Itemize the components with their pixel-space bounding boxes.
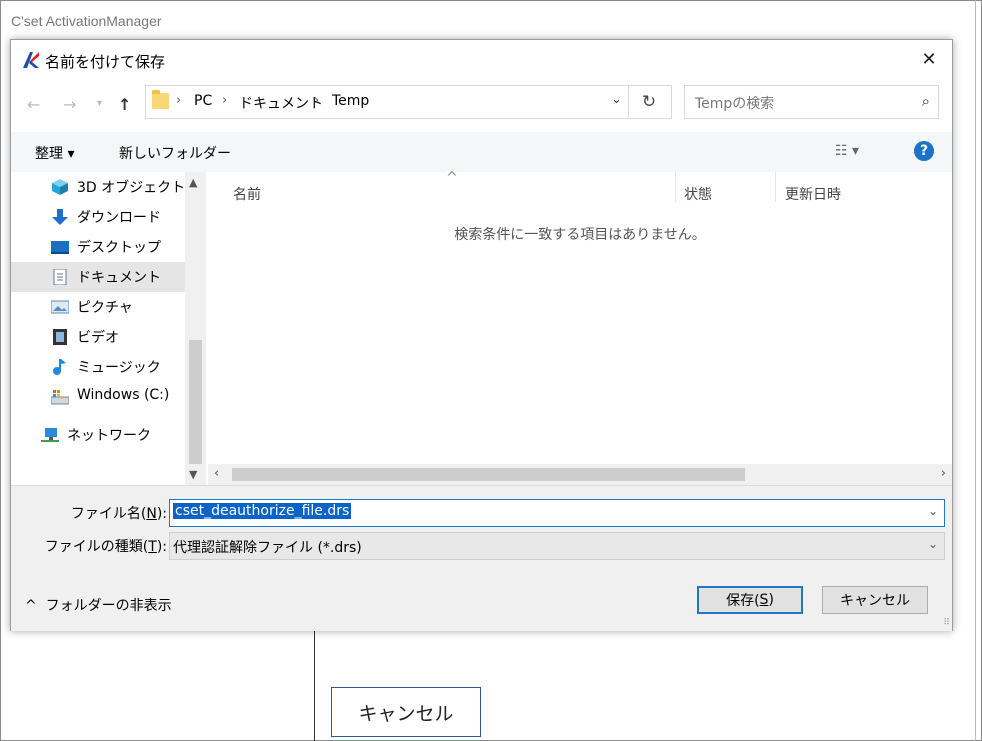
search-icon[interactable]: ⌕	[922, 92, 930, 110]
refresh-button[interactable]: ↻	[627, 85, 672, 119]
scroll-down-icon[interactable]: ▼	[189, 468, 197, 481]
column-divider[interactable]	[775, 172, 776, 202]
nav-item-documents[interactable]: ドキュメント	[11, 262, 185, 292]
search-input[interactable]: Tempの検索 ⌕	[684, 85, 939, 119]
column-divider[interactable]	[675, 172, 676, 202]
nav-item-label: ミュージック	[77, 360, 161, 376]
empty-message: 検索条件に一致する項目はありません。	[454, 227, 706, 243]
dialog-titlebar[interactable]: 名前を付けて保存 ✕	[11, 40, 952, 80]
scroll-left-icon[interactable]: ‹	[214, 466, 219, 481]
nav-item-label: ドキュメント	[77, 270, 161, 286]
nav-item-label: ダウンロード	[77, 210, 161, 226]
search-placeholder: Tempの検索	[695, 96, 775, 112]
nav-item-label: ネットワーク	[67, 428, 151, 444]
download-arrow-icon	[52, 209, 68, 225]
close-icon: ✕	[921, 48, 937, 70]
nav-item-desktop[interactable]: デスクトップ	[11, 232, 185, 262]
back-arrow-icon[interactable]: ←	[27, 95, 40, 114]
scroll-right-icon[interactable]: ›	[941, 466, 946, 481]
document-icon	[53, 269, 67, 285]
new-folder-button[interactable]: 新しいフォルダー	[119, 143, 231, 163]
scrollbar-thumb[interactable]	[232, 468, 745, 481]
nav-item-label: 3D オブジェクト	[77, 180, 186, 196]
chevron-right-icon: ›	[176, 93, 182, 108]
music-note-icon	[53, 359, 66, 375]
nav-item-videos[interactable]: ビデオ	[11, 322, 185, 352]
background-cancel-button[interactable]: キャンセル	[331, 687, 481, 737]
picture-icon	[51, 300, 69, 314]
filename-value: cset_deauthorize_file.drs	[173, 503, 352, 519]
nav-item-downloads[interactable]: ダウンロード	[11, 202, 185, 232]
breadcrumb-temp[interactable]: Temp	[332, 93, 369, 109]
nav-item-pictures[interactable]: ピクチャ	[11, 292, 185, 322]
nav-item-label: ピクチャ	[77, 300, 133, 316]
save-button[interactable]: 保存(S)	[697, 586, 803, 614]
nav-item-music[interactable]: ミュージック	[11, 352, 185, 382]
horizontal-scrollbar[interactable]: ‹ ›	[208, 464, 952, 485]
column-header-status[interactable]: 状態	[684, 184, 712, 204]
nav-scrollbar[interactable]: ▲ ▼	[185, 172, 206, 485]
divider	[314, 620, 315, 741]
recent-dropdown-icon[interactable]: ▾	[97, 98, 102, 109]
close-button[interactable]: ✕	[906, 40, 952, 78]
chevron-down-icon[interactable]: ⌄	[928, 504, 938, 518]
view-options-icon[interactable]: ☷ ▾	[835, 143, 859, 159]
nav-item-label: ビデオ	[77, 330, 119, 346]
nav-item-drive-c[interactable]: Windows (C:)	[11, 382, 185, 412]
organize-menu-button[interactable]: 整理 ▾	[35, 143, 74, 163]
breadcrumb-pc[interactable]: PC	[194, 93, 212, 109]
save-options-panel: ファイル名(N): cset_deauthorize_file.drs ⌄ ファ…	[11, 485, 952, 631]
nav-item-3d-objects[interactable]: 3D オブジェクト	[11, 172, 185, 202]
nav-item-label: Windows (C:)	[77, 387, 170, 403]
up-arrow-icon[interactable]: ↑	[118, 95, 131, 114]
folder-icon	[152, 90, 169, 109]
chevron-right-icon: ›	[314, 93, 320, 108]
dialog-title: 名前を付けて保存	[45, 53, 166, 71]
drive-icon	[51, 390, 69, 405]
filetype-value: 代理認証解除ファイル (*.drs)	[173, 540, 362, 556]
filename-label: ファイル名(N):	[70, 506, 167, 522]
forward-arrow-icon[interactable]: →	[63, 95, 76, 114]
file-list: ^ 名前 状態 更新日時 検索条件に一致する項目はありません。 ‹ ›	[208, 170, 952, 485]
chevron-up-icon: ^	[25, 598, 37, 614]
scroll-up-icon[interactable]: ▲	[189, 176, 197, 189]
filename-input[interactable]: cset_deauthorize_file.drs ⌄	[169, 499, 945, 527]
chevron-down-icon[interactable]: ⌄	[611, 92, 622, 107]
nav-item-network[interactable]: ネットワーク	[11, 420, 185, 450]
navigation-pane: 3D オブジェクト ダウンロード デスクトップ ドキュメント ピクチャ ビデオ …	[11, 172, 206, 485]
cancel-button[interactable]: キャンセル	[822, 586, 928, 614]
chevron-right-icon: ›	[222, 93, 228, 108]
column-header-name[interactable]: 名前	[233, 184, 261, 204]
save-as-dialog: 名前を付けて保存 ✕ ← → ▾ ↑ › PC › ドキュメント › Temp …	[10, 39, 953, 631]
filetype-select[interactable]: 代理認証解除ファイル (*.drs) ⌄	[169, 532, 945, 560]
hide-folders-toggle[interactable]: ^ フォルダーの非表示	[25, 595, 172, 615]
address-bar[interactable]: › PC › ドキュメント › Temp ⌄	[145, 85, 629, 119]
resize-grip-icon[interactable]: ⠿	[943, 618, 950, 628]
breadcrumb-documents[interactable]: ドキュメント	[239, 93, 323, 113]
column-header-modified[interactable]: 更新日時	[785, 184, 841, 204]
cube-icon	[52, 179, 68, 195]
app-logo-icon	[23, 52, 39, 68]
scrollbar-thumb[interactable]	[189, 340, 202, 464]
divider	[975, 0, 976, 741]
nav-item-label: デスクトップ	[77, 240, 161, 256]
sort-up-icon: ^	[446, 170, 458, 186]
app-title: C'set ActivationManager	[11, 13, 162, 29]
network-icon	[41, 428, 59, 442]
toolbar: 整理 ▾ 新しいフォルダー ☷ ▾ ?	[11, 132, 952, 172]
chevron-down-icon[interactable]: ⌄	[928, 537, 938, 551]
help-icon[interactable]: ?	[914, 141, 934, 161]
filetype-label: ファイルの種類(T):	[44, 539, 167, 555]
desktop-icon	[51, 241, 69, 254]
video-icon	[53, 329, 67, 345]
refresh-icon: ↻	[641, 92, 657, 112]
